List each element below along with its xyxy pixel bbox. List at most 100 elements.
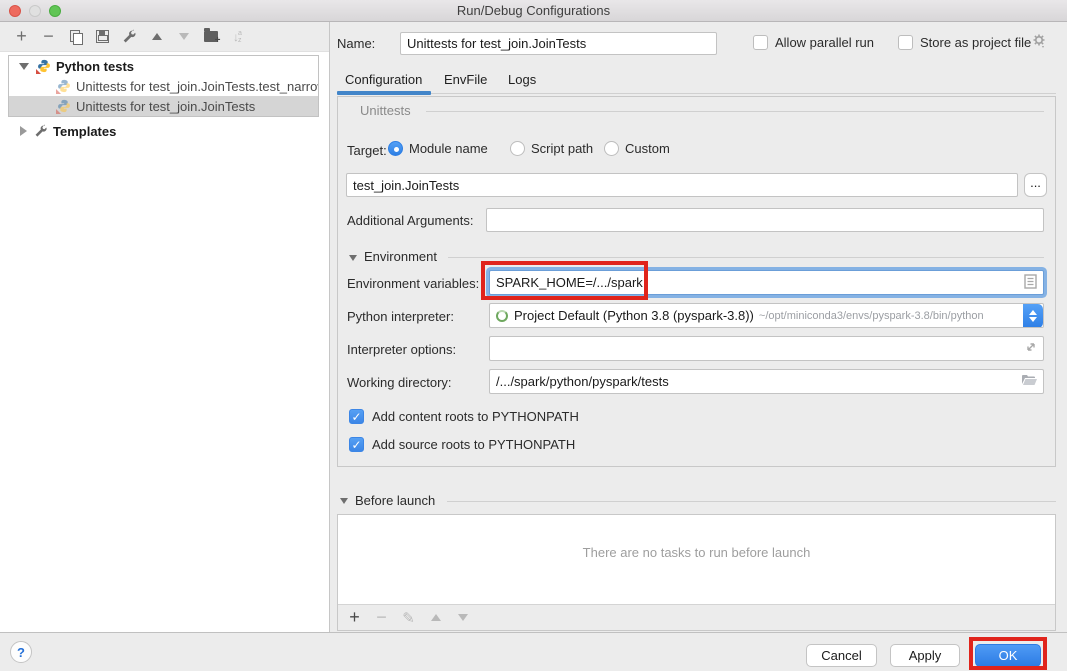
store-settings-gear-icon[interactable] — [1031, 33, 1047, 52]
close-window-button[interactable] — [9, 5, 21, 17]
tab-configuration[interactable]: Configuration — [345, 72, 422, 87]
target-module-name-radio[interactable]: Module name — [388, 141, 488, 156]
browse-target-button[interactable]: ... — [1024, 173, 1047, 197]
remove-configuration-icon[interactable]: − — [40, 28, 57, 45]
interpreter-options-input[interactable] — [489, 336, 1044, 361]
tree-item-templates[interactable]: Templates — [8, 121, 319, 141]
new-folder-icon[interactable] — [202, 28, 219, 45]
name-label: Name: — [337, 36, 375, 51]
interpreter-path: ~/opt/miniconda3/envs/pyspark-3.8/bin/py… — [759, 310, 1023, 322]
edit-task-icon[interactable]: ✎ — [400, 609, 417, 626]
save-configuration-icon[interactable] — [94, 28, 111, 45]
tree-item-jointests-selected[interactable]: Unittests for test_join.JoinTests — [9, 96, 318, 116]
before-launch-header[interactable]: Before launch — [355, 493, 435, 508]
store-as-project-file-checkbox[interactable]: Store as project file — [898, 35, 1031, 50]
apply-button[interactable]: Apply — [890, 644, 960, 667]
allow-parallel-run-checkbox[interactable]: Allow parallel run — [753, 35, 874, 50]
copy-configuration-icon[interactable] — [67, 28, 84, 45]
cancel-label: Cancel — [821, 648, 861, 663]
help-button[interactable]: ? — [10, 641, 32, 663]
move-up-icon[interactable] — [148, 28, 165, 45]
environment-collapse-icon[interactable] — [349, 255, 357, 261]
before-launch-collapse-icon[interactable] — [340, 498, 348, 504]
sidebar-toolbar: + − ↓az — [0, 22, 329, 52]
sort-configurations-icon[interactable]: ↓az — [229, 28, 246, 45]
interpreter-value: Project Default (Python 3.8 (pyspark-3.8… — [514, 308, 754, 323]
source-roots-label: Add source roots to PYTHONPATH — [372, 437, 575, 452]
conda-env-icon — [496, 310, 508, 322]
target-value: test_join.JoinTests — [353, 178, 459, 193]
tree-selection-box: Python tests Unittests for test_join.Joi… — [8, 55, 319, 117]
target-custom-radio[interactable]: Custom — [604, 141, 670, 156]
unittest-config-icon — [57, 99, 71, 113]
tree-item-label: Python tests — [56, 59, 134, 74]
target-value-input[interactable]: test_join.JoinTests — [346, 173, 1018, 197]
checkbox-icon[interactable] — [753, 35, 768, 50]
unittest-config-icon — [57, 79, 71, 93]
move-down-icon[interactable] — [175, 28, 192, 45]
before-launch-divider — [447, 501, 1056, 502]
name-value: Unittests for test_join.JoinTests — [407, 36, 586, 51]
environment-variables-input[interactable]: SPARK_HOME=/.../spark — [489, 270, 1044, 295]
allow-parallel-run-label: Allow parallel run — [775, 35, 874, 50]
collapse-caret-icon[interactable] — [19, 63, 29, 70]
environment-variables-label: Environment variables: — [347, 276, 479, 291]
expand-caret-icon[interactable] — [20, 126, 27, 136]
radio-icon[interactable] — [604, 141, 619, 156]
remove-task-icon[interactable]: − — [373, 609, 390, 626]
script-path-label: Script path — [531, 141, 593, 156]
ok-label: OK — [999, 648, 1018, 663]
checkbox-icon[interactable] — [898, 35, 913, 50]
configurations-sidebar: + − ↓az Python tests — [0, 22, 330, 632]
interpreter-dropdown-button[interactable] — [1023, 304, 1043, 328]
zoom-window-button[interactable] — [49, 5, 61, 17]
tree-item-label: Unittests for test_join.JoinTests — [76, 99, 255, 114]
checkbox-checked-icon[interactable]: ✓ — [349, 437, 364, 452]
python-tests-icon — [37, 59, 51, 73]
title-bar: Run/Debug Configurations — [0, 0, 1067, 22]
working-directory-label: Working directory: — [347, 375, 452, 390]
module-name-label: Module name — [409, 141, 488, 156]
tree-item-test-narrow[interactable]: Unittests for test_join.JoinTests.test_n… — [9, 76, 318, 96]
browse-folder-icon[interactable] — [1022, 374, 1037, 389]
cancel-button[interactable]: Cancel — [806, 644, 877, 667]
tree-item-python-tests[interactable]: Python tests — [9, 56, 318, 76]
add-configuration-icon[interactable]: + — [13, 28, 30, 45]
tabs-divider — [431, 93, 1056, 94]
target-label: Target: — [347, 143, 387, 158]
tab-logs[interactable]: Logs — [508, 72, 536, 87]
checkbox-checked-icon[interactable]: ✓ — [349, 409, 364, 424]
store-as-project-file-label: Store as project file — [920, 35, 1031, 50]
environment-section-header[interactable]: Environment — [364, 249, 437, 264]
before-launch-empty-text: There are no tasks to run before launch — [338, 545, 1055, 560]
add-task-icon[interactable]: + — [346, 609, 363, 626]
move-task-up-icon[interactable] — [427, 609, 444, 626]
dialog-footer: ? Cancel Apply OK — [0, 632, 1067, 671]
python-interpreter-select[interactable]: Project Default (Python 3.8 (pyspark-3.8… — [489, 303, 1044, 328]
name-input[interactable]: Unittests for test_join.JoinTests — [400, 32, 717, 55]
additional-arguments-input[interactable] — [486, 208, 1044, 232]
add-content-roots-checkbox[interactable]: ✓ Add content roots to PYTHONPATH — [349, 409, 579, 424]
edit-templates-icon[interactable] — [121, 28, 138, 45]
active-tab-underline — [337, 91, 431, 95]
expand-field-icon[interactable] — [1025, 341, 1037, 356]
content-roots-label: Add content roots to PYTHONPATH — [372, 409, 579, 424]
radio-icon[interactable] — [510, 141, 525, 156]
help-label: ? — [17, 645, 25, 660]
edit-env-vars-icon[interactable] — [1024, 274, 1037, 292]
run-debug-configurations-dialog: Run/Debug Configurations + − ↓az — [0, 0, 1067, 671]
before-launch-panel: There are no tasks to run before launch … — [337, 514, 1056, 631]
radio-icon[interactable] — [388, 141, 403, 156]
ok-button[interactable]: OK — [975, 644, 1041, 667]
add-source-roots-checkbox[interactable]: ✓ Add source roots to PYTHONPATH — [349, 437, 575, 452]
tab-envfile[interactable]: EnvFile — [444, 72, 487, 87]
browse-ellipsis: ... — [1030, 175, 1041, 190]
interpreter-options-label: Interpreter options: — [347, 342, 456, 357]
working-directory-value: /.../spark/python/pyspark/tests — [496, 374, 669, 389]
custom-label: Custom — [625, 141, 670, 156]
working-directory-input[interactable]: /.../spark/python/pyspark/tests — [489, 369, 1044, 394]
move-task-down-icon[interactable] — [454, 609, 471, 626]
target-script-path-radio[interactable]: Script path — [510, 141, 593, 156]
before-launch-toolbar: + − ✎ — [338, 604, 1055, 630]
tree-item-label: Unittests for test_join.JoinTests.test_n… — [76, 79, 318, 94]
